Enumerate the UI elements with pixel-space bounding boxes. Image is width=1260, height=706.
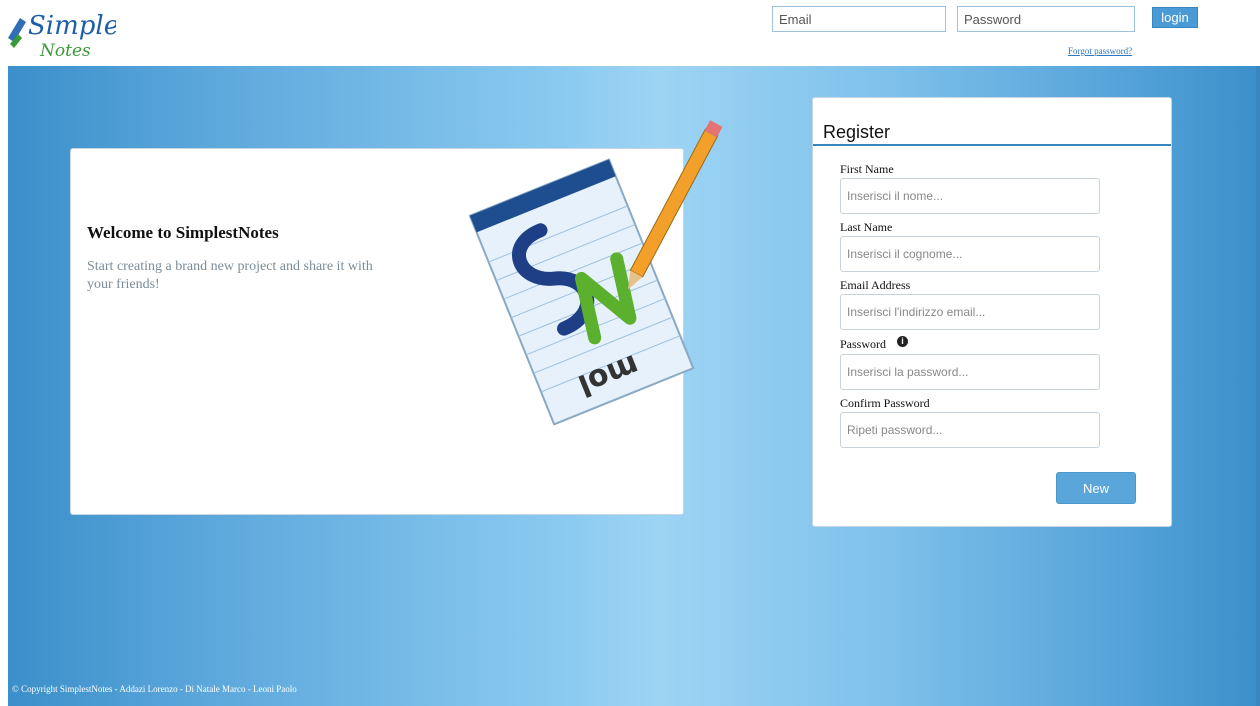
register-title: Register — [823, 122, 891, 142]
new-account-button[interactable]: New — [1056, 472, 1136, 504]
info-icon[interactable]: i — [897, 336, 908, 347]
logo-text-bottom: Notes — [39, 41, 91, 61]
password-input[interactable] — [840, 354, 1100, 390]
login-password-input[interactable] — [957, 6, 1135, 32]
confirm-password-input[interactable] — [840, 412, 1100, 448]
first-name-label: First Name — [840, 162, 894, 176]
simplestnotes-logo[interactable]: Simplest Notes — [6, 8, 116, 62]
register-divider — [813, 144, 1171, 146]
login-button[interactable]: login — [1152, 7, 1198, 28]
welcome-card: Welcome to SimplestNotes Start creating … — [70, 120, 723, 515]
top-bar: Simplest Notes login Forgot password? — [0, 0, 1260, 66]
forgot-password-link[interactable]: Forgot password? — [1068, 46, 1132, 56]
login-email-input[interactable] — [772, 6, 946, 32]
footer-copyright: © Copyright SimplestNotes - Addazi Loren… — [12, 684, 297, 694]
email-address-label: Email Address — [840, 278, 911, 292]
register-card: Register First Name Last Name Email Addr… — [812, 97, 1172, 527]
password-label: Password — [840, 337, 887, 351]
logo-text-top: Simplest — [28, 11, 116, 41]
confirm-password-label: Confirm Password — [840, 396, 930, 410]
first-name-input[interactable] — [840, 178, 1100, 214]
welcome-title: Welcome to SimplestNotes — [87, 223, 279, 242]
hero-edge — [1256, 66, 1260, 706]
welcome-text: Start creating a brand new project and s… — [87, 259, 373, 292]
email-address-input[interactable] — [840, 294, 1100, 330]
last-name-label: Last Name — [840, 220, 893, 234]
last-name-input[interactable] — [840, 236, 1100, 272]
notepad-illustration: mol — [469, 120, 723, 426]
